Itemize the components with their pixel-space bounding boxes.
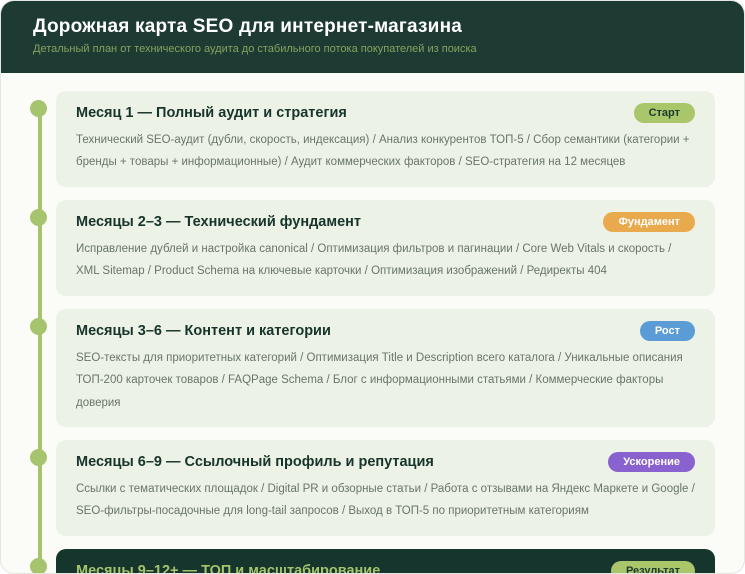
card-description: Технический SEO-аудит (дубли, скорость, … (76, 134, 690, 169)
timeline-row: Месяцы 9–12+ — ТОП и масштабирование Резу… (25, 548, 715, 574)
card-badge: Ускорение (608, 451, 695, 472)
roadmap-card: Месяцы 9–12+ — ТОП и масштабирование Резу… (56, 548, 715, 574)
roadmap-card: Месяцы 2–3 — Технический фундамент Фундам… (56, 199, 715, 296)
card-title: Месяц 1 — Полный аудит и стратегия (76, 105, 347, 121)
page-subtitle: Детальный план от технического аудита до… (33, 43, 477, 55)
roadmap-card: Месяцы 3–6 — Контент и категории Рост SEO-… (56, 308, 715, 427)
timeline-row: Месяц 1 — Полный аудит и стратегия Старт Т… (25, 91, 715, 187)
card-badge: Результат (610, 560, 695, 573)
card-title: Месяцы 2–3 — Технический фундамент (76, 213, 362, 230)
card-description: Ссылки с тематических площадок / Digital… (76, 482, 695, 518)
timeline-dot (30, 557, 47, 573)
timeline-dot (30, 317, 47, 335)
timeline-dot (30, 448, 47, 466)
roadmap-card: Месяцы 6–9 — Ссылочный профиль и репутац… (56, 439, 715, 536)
card-badge: Фундамент (603, 211, 695, 232)
card-description: SEO-тексты для приоритетных категорий / … (76, 351, 683, 409)
card-badge: Старт (633, 103, 695, 123)
timeline-dot (30, 100, 47, 117)
card-badge: Рост (639, 320, 695, 341)
timeline-dot (30, 208, 47, 226)
card-header: Месяцы 9–12+ — ТОП и масштабирование Резу… (76, 560, 695, 574)
timeline-row: Месяцы 6–9 — Ссылочный профиль и репутац… (25, 439, 715, 536)
card-header: Месяц 1 — Полный аудит и стратегия Старт (76, 103, 695, 123)
page-frame: Дорожная карта SEO для интернет-магазина… (0, 0, 745, 574)
timeline-cards: Месяц 1 — Полный аудит и стратегия Старт Т… (25, 91, 715, 574)
card-header: Месяцы 6–9 — Ссылочный профиль и репутац… (76, 451, 695, 472)
card-title: Месяцы 3–6 — Контент и категории (76, 322, 331, 339)
roadmap-timeline: Месяц 1 — Полный аудит и стратегия Старт Т… (1, 73, 744, 574)
timeline-row: Месяцы 2–3 — Технический фундамент Фундам… (25, 199, 715, 296)
timeline-row: Месяцы 3–6 — Контент и категории Рост SEO-… (25, 308, 715, 427)
card-description: Исправление дублей и настройка canonical… (76, 242, 672, 278)
page-title: Дорожная карта SEO для интернет-магазина (33, 16, 463, 37)
card-header: Месяцы 2–3 — Технический фундамент Фундам… (76, 211, 695, 232)
page-header: Дорожная карта SEO для интернет-магазина… (1, 1, 744, 73)
card-header: Месяцы 3–6 — Контент и категории Рост (76, 320, 695, 341)
card-title: Месяцы 9–12+ — ТОП и масштабирование (76, 562, 381, 574)
card-title: Месяцы 6–9 — Ссылочный профиль и репутац… (76, 453, 434, 470)
roadmap-card: Месяц 1 — Полный аудит и стратегия Старт Т… (56, 91, 715, 187)
